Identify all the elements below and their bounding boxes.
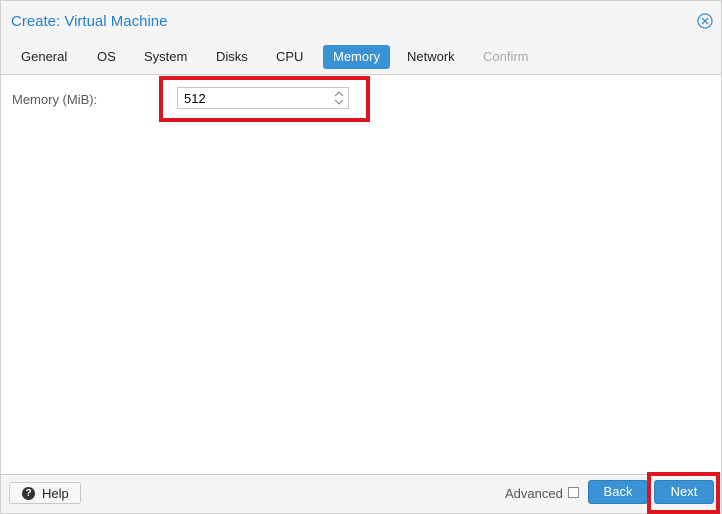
dialog-title: Create: Virtual Machine <box>11 13 168 30</box>
memory-input[interactable] <box>178 88 334 108</box>
tab-disks[interactable]: Disks <box>206 45 258 69</box>
memory-label: Memory (MiB): <box>12 92 98 107</box>
tab-confirm: Confirm <box>483 49 529 64</box>
tab-os[interactable]: OS <box>87 45 126 69</box>
help-icon: ? <box>22 487 35 500</box>
tab-system[interactable]: System <box>134 45 197 69</box>
next-button[interactable]: Next <box>654 480 714 504</box>
help-label: Help <box>42 486 69 501</box>
advanced-label: Advanced <box>505 486 563 501</box>
memory-field <box>177 87 349 109</box>
help-button[interactable]: ? Help <box>9 482 81 504</box>
advanced-checkbox[interactable] <box>568 487 579 498</box>
spinner-icon[interactable] <box>332 89 346 107</box>
dialog-footer: ? Help Advanced Back Next <box>1 474 721 513</box>
memory-panel: Memory (MiB): <box>1 75 721 475</box>
back-button[interactable]: Back <box>588 480 648 504</box>
tab-memory[interactable]: Memory <box>323 45 390 69</box>
wizard-tabs: General OS System Disks CPU Memory Netwo… <box>1 41 721 75</box>
tab-general[interactable]: General <box>11 45 77 69</box>
close-icon[interactable] <box>697 13 713 29</box>
tab-cpu[interactable]: CPU <box>266 45 313 69</box>
create-vm-dialog: Create: Virtual Machine General OS Syste… <box>0 0 722 514</box>
tab-network[interactable]: Network <box>397 45 465 69</box>
dialog-titlebar: Create: Virtual Machine <box>1 1 721 41</box>
